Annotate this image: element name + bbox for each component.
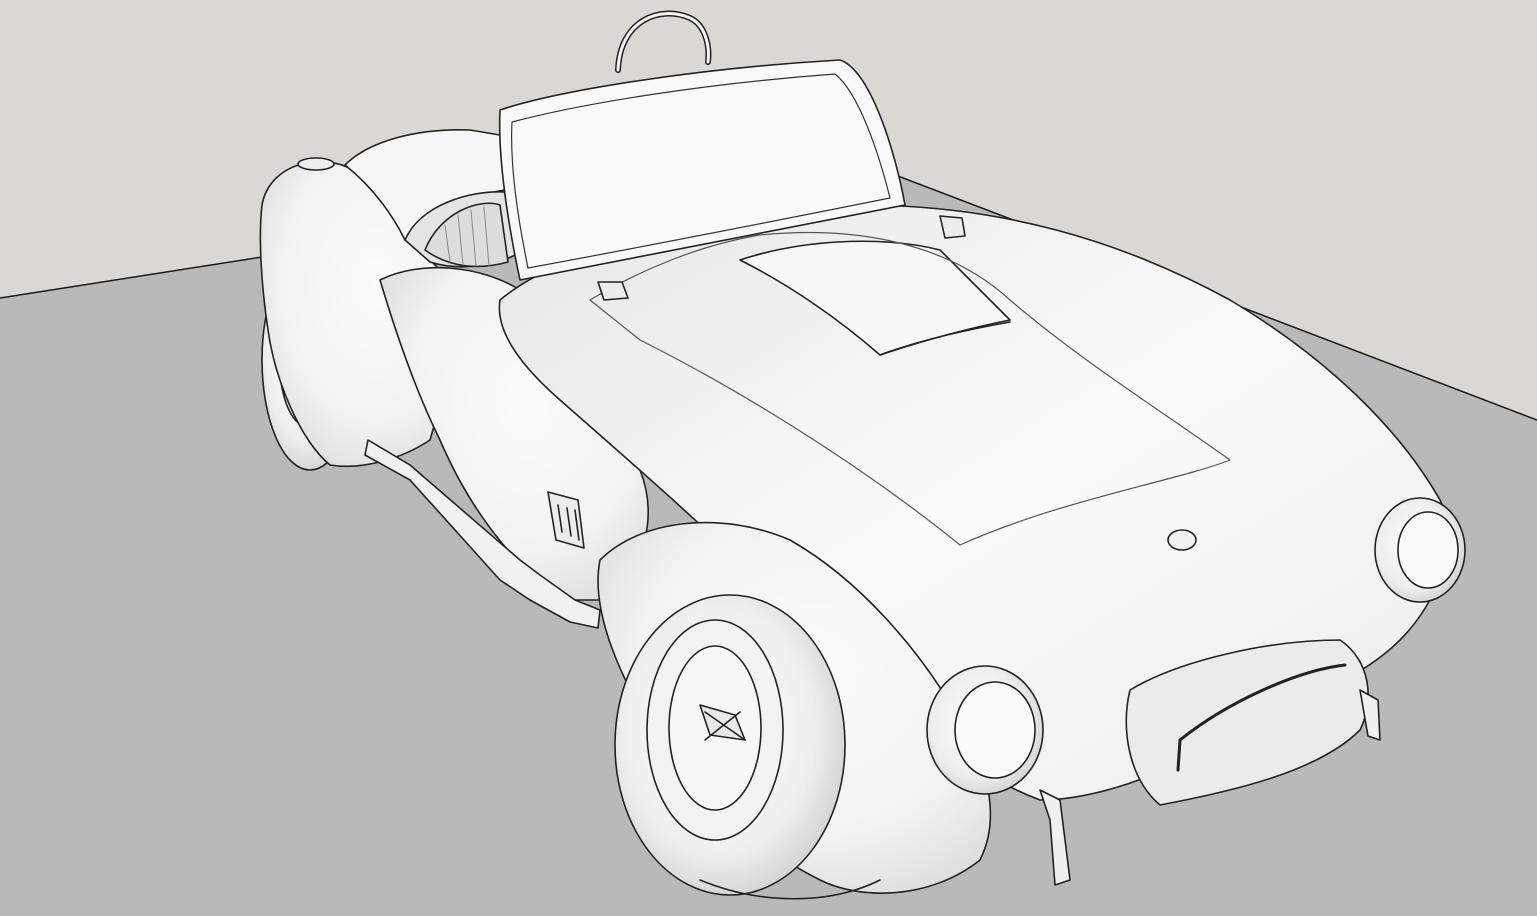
- front-wheel[interactable]: [614, 594, 846, 896]
- headlight-right: [1374, 497, 1466, 603]
- model-viewport[interactable]: [0, 0, 1537, 916]
- viewport-canvas[interactable]: [0, 0, 1537, 916]
- hood-latch-left: [597, 281, 629, 301]
- headlight-left: [926, 665, 1044, 795]
- nose-badge: [1167, 529, 1197, 551]
- fuel-cap: [297, 157, 335, 171]
- hood-latch-right: [939, 215, 966, 239]
